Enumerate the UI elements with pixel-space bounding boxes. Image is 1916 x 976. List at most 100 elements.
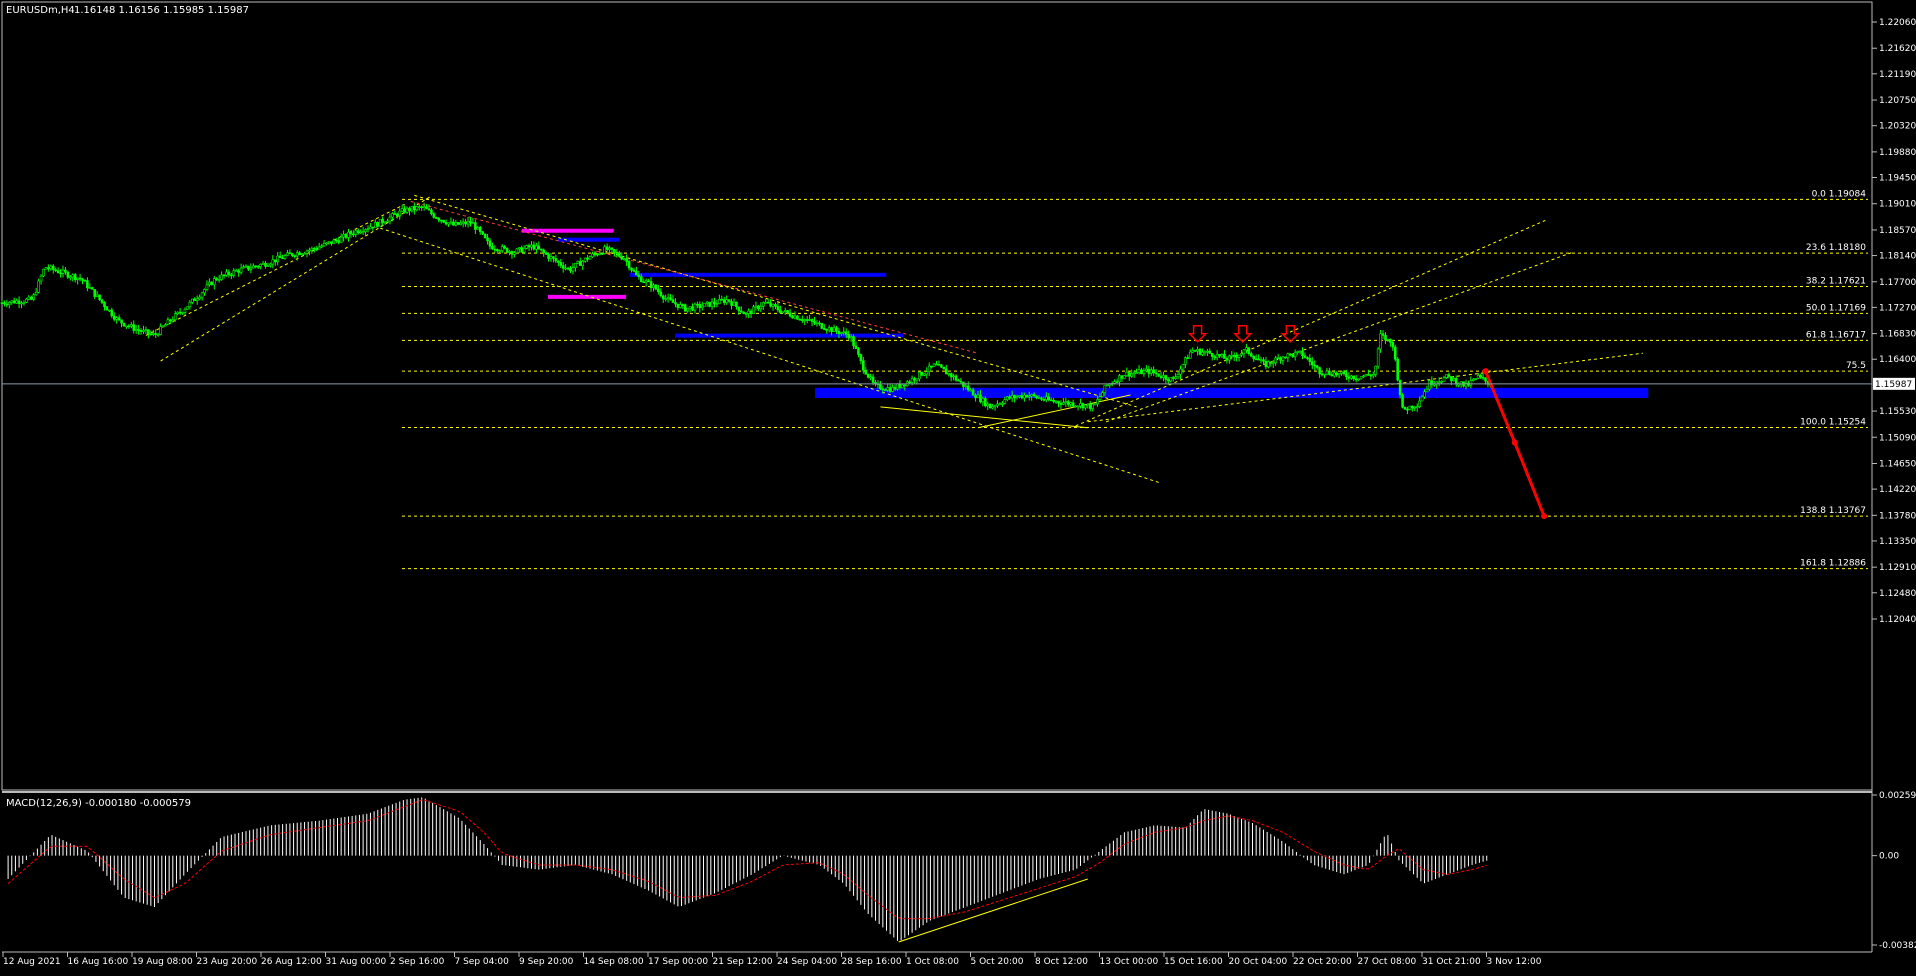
candle-body [69,276,72,279]
candle-body [151,333,155,335]
candle-body [1020,395,1024,399]
projection-point[interactable] [1511,439,1518,446]
candle-body [820,323,824,329]
x-tick-label: 8 Oct 12:00 [1035,957,1088,967]
candle-body [988,403,992,409]
candle-body [100,299,104,303]
candle-body [569,268,572,272]
candle-body [315,248,319,251]
candle-body [554,258,558,262]
candle-body [854,345,858,349]
candle-body [166,319,170,325]
candle-body [696,303,699,306]
x-tick-label: 22 Oct 20:00 [1293,957,1352,967]
candle-body [1279,357,1282,361]
candle-body [1398,379,1402,396]
candle-body [203,289,206,294]
candle-body [1093,403,1097,406]
candle-body [881,388,885,391]
sr-zone[interactable] [558,237,619,242]
candle-body [583,257,587,262]
candle-body [337,240,341,243]
price-chart-svg[interactable]: 0.0 1.19084 23.6 1.18180 38.2 1.17621 50.0 … [0,0,1916,972]
candle-body [305,250,309,254]
candle-body [422,206,426,208]
candle-body [574,263,577,268]
candle-body [195,298,199,301]
candle-body [1098,396,1102,400]
candle-body [1127,371,1131,377]
candle-body [1242,349,1246,354]
y-tick-label: 1.16830 [1879,330,1916,340]
candle-body [1323,373,1326,376]
candle-body [679,304,682,308]
candle-body [627,261,631,269]
candle-body [1413,406,1417,409]
candle-body [1149,369,1153,374]
candle-body [283,255,287,259]
candle-body [1264,361,1268,368]
fib-level-label: 161.8 1.12886 [1800,559,1866,569]
candle-body [666,297,670,299]
projection-point[interactable] [1541,513,1548,520]
candle-body [71,274,75,278]
candle-body [1001,402,1004,405]
candle-body [993,405,997,408]
candle-body [1440,380,1443,383]
candle-body [937,364,941,366]
candle-body [1396,358,1399,381]
sr-zone[interactable] [815,387,1649,398]
candle-body [227,271,231,276]
candle-body [927,365,931,373]
candle-body [32,294,36,300]
candle-body [781,311,785,313]
x-tick-label: 1 Oct 08:00 [906,957,959,967]
candle-body [303,253,306,255]
candle-body [862,360,865,371]
candle-body [891,387,894,392]
candle-body [1352,375,1356,380]
sr-zone[interactable] [630,272,887,277]
candle-body [1088,403,1092,409]
sr-zone[interactable] [675,333,904,338]
candle-body [737,306,741,312]
candle-body [1174,376,1177,379]
candle-body [1389,338,1392,343]
candle-body [932,363,936,367]
x-tick-label: 14 Sep 08:00 [584,957,644,967]
candle-body [1369,374,1373,377]
candle-body [1035,395,1038,399]
candle-body [103,302,106,308]
candle-body [1235,356,1238,358]
candle-body [1308,358,1312,362]
candle-body [108,309,111,312]
candle-body [630,267,633,271]
candle-body [293,255,297,257]
x-tick-label: 12 Aug 2021 [3,957,61,967]
projection-point[interactable] [1482,368,1489,375]
candle-body [557,260,560,263]
candle-body [532,244,536,250]
candle-body [1301,350,1304,357]
candle-body [1354,378,1358,381]
candle-body [618,252,621,257]
x-tick-label: 15 Oct 16:00 [1164,957,1223,967]
candle-body [403,208,406,213]
candle-body [754,305,758,308]
candle-body [635,271,638,276]
candle-body [715,303,719,306]
candle-body [1176,374,1180,378]
candle-body [481,231,484,235]
fib-level-label: 50.0 1.17169 [1806,303,1866,313]
candle-body [720,298,724,301]
candle-body [898,383,902,388]
candle-body [1025,394,1029,398]
candle-body [883,389,887,392]
candle-body [930,365,933,368]
candle-body [210,281,214,286]
candle-body [644,280,648,283]
candle-body [37,280,40,293]
candle-body [364,229,367,233]
candle-body [1342,371,1346,375]
candle-body [59,272,62,275]
